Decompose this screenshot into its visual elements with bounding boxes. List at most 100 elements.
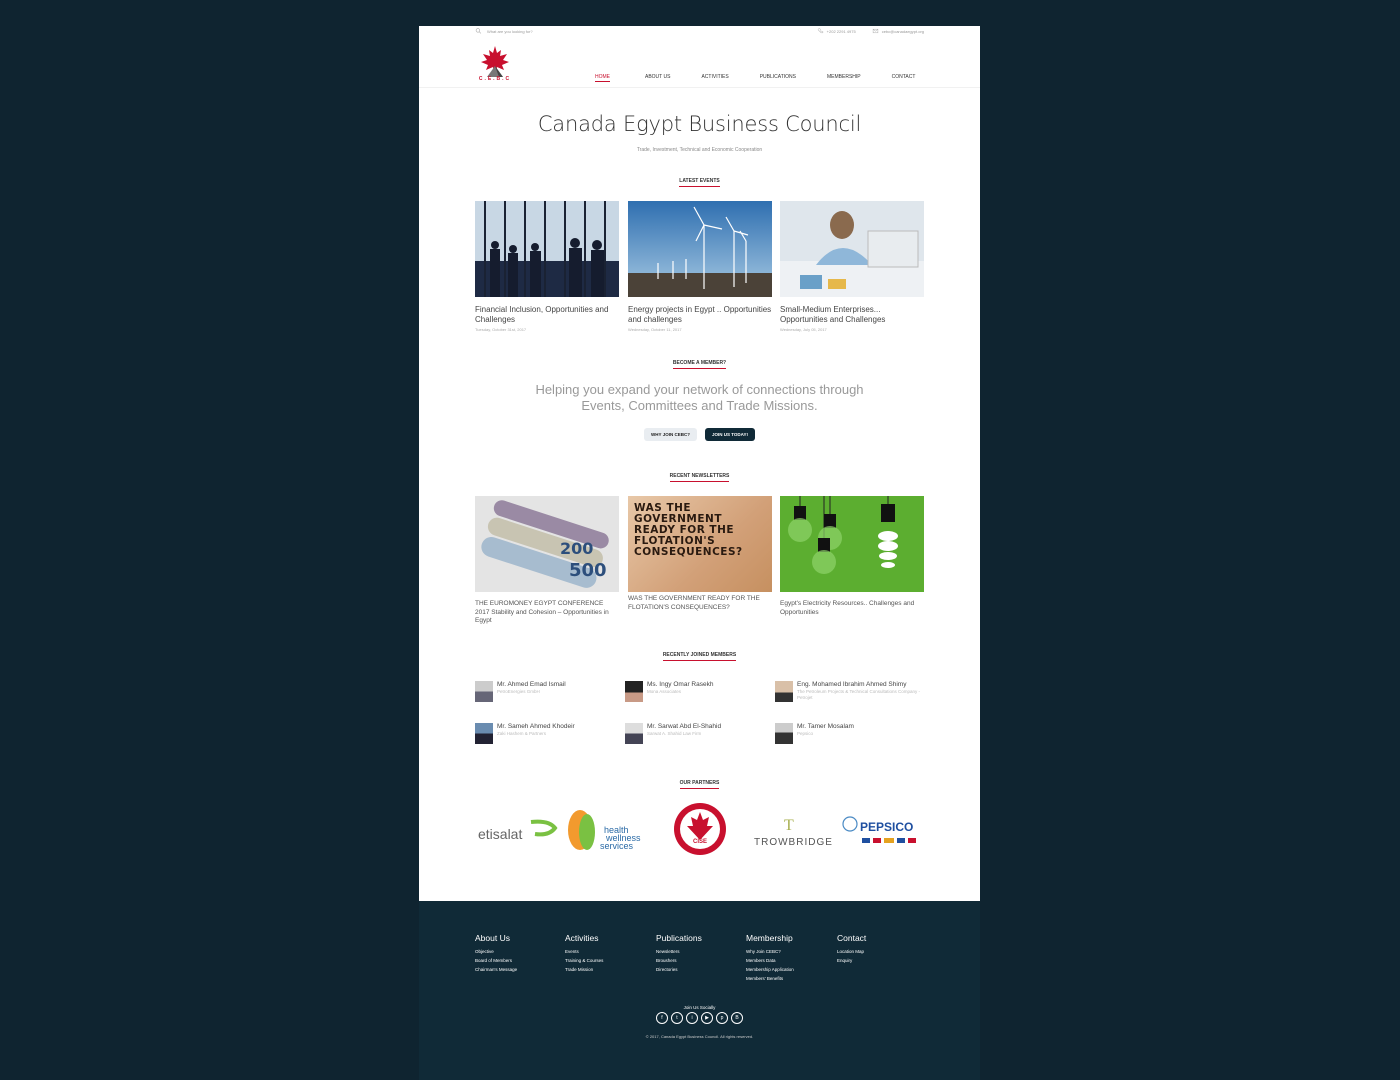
event-title[interactable]: Financial Inclusion, Opportunities and C… [475,305,619,325]
footer-link[interactable]: Location Map [837,947,866,956]
etisalat-text: etisalat [478,826,522,842]
event-image-office[interactable] [780,201,924,297]
event-image-business[interactable] [475,201,619,297]
footer-link[interactable]: Events [565,947,603,956]
footer-link[interactable]: Enquiry [837,956,866,965]
etisalat-logo[interactable]: etisalat [478,819,558,842]
member-name[interactable]: Ms. Ingy Omar Rasekh [647,681,713,689]
search-input[interactable]: What are you looking for? [487,29,533,34]
newsletter-title[interactable]: THE EUROMONEY EGYPT CONFERENCE 2017 Stab… [475,600,619,626]
nav-activities[interactable]: ACTIVITIES [701,74,728,82]
youtube-icon[interactable]: ▶ [701,1012,713,1024]
recent-members-heading-text: RECENTLY JOINED MEMBERS [662,652,737,661]
footer-col-publications: Publications Newsletters Broushers Direc… [656,933,702,974]
nav-contact[interactable]: CONTACT [892,74,916,82]
member-name[interactable]: Mr. Tamer Mosalam [797,723,854,731]
member-entry[interactable]: Eng. Mohamed Ibrahim Ahmed Shimy The Petr… [775,681,925,702]
footer-col-title[interactable]: Membership [746,933,794,943]
why-join-button[interactable]: WHY JOIN CEBC? [644,428,697,441]
banknote-500: 500 [569,560,607,581]
member-entry[interactable]: Mr. Ahmed Emad Ismail PetroEnergies GmbH [475,681,625,702]
footer: About Us Objective Board of Members Chai… [419,901,980,1080]
hws-line3: services [600,841,634,851]
blogger-icon[interactable]: B [731,1012,743,1024]
footer-link[interactable]: Chairman's Message [475,965,517,974]
footer-col-title[interactable]: Activities [565,933,603,943]
footer-link[interactable]: Newsletters [656,947,702,956]
member-name[interactable]: Eng. Mohamed Ibrahim Ahmed Shimy [797,681,925,689]
nav-publications[interactable]: PUBLICATIONS [760,74,796,82]
member-avatar [475,681,493,702]
newsletter-image-text: WAS THE GOVERNMENT READY FOR THE FLOTATI… [634,502,743,558]
event-card[interactable]: Energy projects in Egypt .. Opportunitie… [628,201,772,332]
search-icon[interactable] [475,28,482,34]
footer-link[interactable]: Trade Mission [565,965,603,974]
footer-link[interactable]: Membership Application [746,965,794,974]
newsletter-card[interactable]: Egypt's Electricity Resources.. Challeng… [780,496,924,617]
footer-link[interactable]: Members' Benefits [746,974,794,983]
footer-link[interactable]: Board of Members [475,956,517,965]
become-member-heading: BECOME A MEMBER? [419,360,980,369]
newsletter-title[interactable]: WAS THE GOVERNMENT READY FOR THE FLOTATI… [628,595,772,612]
event-title[interactable]: Small-Medium Enterprises... Opportunitie… [780,305,924,325]
member-buttons: WHY JOIN CEBC? JOIN US TODAY! [419,428,980,441]
member-entry[interactable]: Mr. Sameh Ahmed Khodeir Zaki Hashem & Par… [475,723,625,744]
member-pitch: Helping you expand your network of conne… [419,382,980,414]
event-card[interactable]: Small-Medium Enterprises... Opportunitie… [780,201,924,332]
newsletter-card[interactable]: 200 500 THE EUROMONEY EGYPT CONFERENCE 2… [475,496,619,626]
member-entry[interactable]: Mr. Tamer Mosalam Pepsico [775,723,925,744]
cise-logo[interactable]: CISE [674,803,726,855]
footer-link[interactable]: Members Data [746,956,794,965]
footer-link[interactable]: Directories [656,965,702,974]
member-name[interactable]: Mr. Sameh Ahmed Khodeir [497,723,575,731]
twitter-icon[interactable]: t [671,1012,683,1024]
copyright: © 2017, Canada Egypt Business Council. A… [645,1034,754,1039]
newsletter-title[interactable]: Egypt's Electricity Resources.. Challeng… [780,600,924,617]
page-title: Canada Egypt Business Council [537,112,862,136]
event-title[interactable]: Energy projects in Egypt .. Opportunitie… [628,305,772,325]
footer-col-title[interactable]: Publications [656,933,702,943]
health-wellness-logo[interactable]: health wellness services [568,810,641,851]
page-subtitle: Trade, Investment, Technical and Economi… [636,147,763,153]
nav-membership[interactable]: MEMBERSHIP [827,74,861,82]
footer-col-title[interactable]: About Us [475,933,517,943]
newsletter-image-bulbs[interactable] [780,496,924,592]
newsletter-card[interactable]: WAS THE GOVERNMENT READY FOR THE FLOTATI… [628,496,772,612]
join-us-button[interactable]: JOIN US TODAY! [704,428,755,441]
facebook-icon[interactable]: f [656,1012,668,1024]
newsletter-image-banknotes[interactable]: 200 500 [475,496,619,592]
member-company: PetroEnergies GmbH [497,689,540,694]
recent-newsletters-heading-text: RECENT NEWSLETTERS [669,473,730,482]
pinterest-icon[interactable]: p [716,1012,728,1024]
pepsico-text: PEPSICO [860,820,913,834]
footer-link[interactable]: Why Join CEBC? [746,947,794,956]
event-card[interactable]: Financial Inclusion, Opportunities and C… [475,201,619,332]
svg-text:T: T [784,817,794,834]
footer-col-activities: Activities Events Training & Courses Tra… [565,933,603,974]
event-image-windfarm[interactable] [628,201,772,297]
nav-home[interactable]: HOME [595,74,610,82]
event-date: Wednesday, July 05, 2017 [780,327,827,332]
footer-link[interactable]: Broushers [656,956,702,965]
footer-col-contact: Contact Location Map Enquiry [837,933,866,965]
footer-link[interactable]: Objective [475,947,517,956]
member-avatar [625,723,643,744]
latest-events-heading: LATEST EVENTS [419,178,980,187]
member-entry[interactable]: Mr. Sarwat Abd El-Shahid Sarwat A. Shahid… [625,723,775,744]
main-page: What are you looking for? +202 2291 4975… [419,26,980,901]
pepsico-logo[interactable]: PEPSICO [842,816,916,843]
trowbridge-logo[interactable]: T TROWBRIDGE [754,817,833,848]
member-name[interactable]: Mr. Sarwat Abd El-Shahid [647,723,721,731]
member-entry[interactable]: Ms. Ingy Omar Rasekh Mona Associates [625,681,775,702]
member-name[interactable]: Mr. Ahmed Emad Ismail [497,681,566,689]
recent-newsletters-heading: RECENT NEWSLETTERS [419,473,980,482]
nav-about-us[interactable]: ABOUT US [645,74,670,82]
nav-divider [419,87,980,88]
email-address[interactable]: cebc@canadaegypt.org [882,29,924,34]
footer-col-title[interactable]: Contact [837,933,866,943]
newsletter-image-flotation[interactable]: WAS THE GOVERNMENT READY FOR THE FLOTATI… [628,496,772,592]
email-item[interactable]: cebc@canadaegypt.org [872,28,924,34]
footer-link[interactable]: Training & Courses [565,956,603,965]
instagram-icon[interactable]: i [686,1012,698,1024]
search-box[interactable]: What are you looking for? [475,28,533,34]
